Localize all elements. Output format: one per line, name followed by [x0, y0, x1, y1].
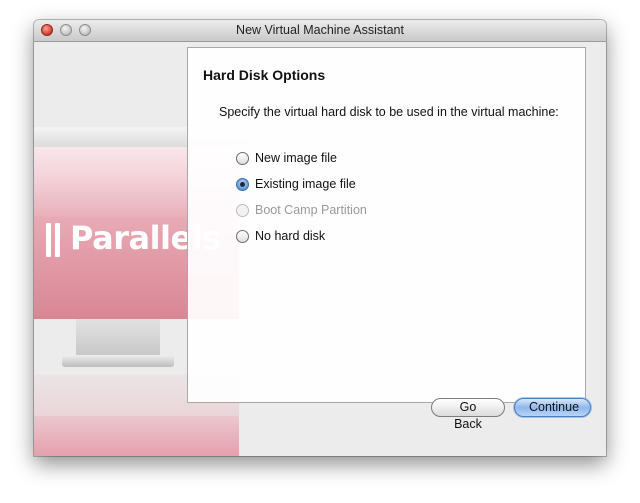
window-title: New Virtual Machine Assistant [236, 23, 404, 37]
desktop: New Virtual Machine Assistant Parallels [0, 0, 640, 503]
radio-button[interactable] [236, 229, 249, 243]
radio-button[interactable] [236, 151, 249, 165]
radio-button-disabled [236, 203, 249, 217]
go-back-button[interactable]: Go Back [431, 398, 505, 431]
option-label: New image file [255, 151, 337, 165]
option-label: Boot Camp Partition [255, 203, 367, 217]
window-content: Parallels Hard Disk Options Specify the … [34, 42, 606, 456]
option-existing-image-file[interactable]: Existing image file [236, 171, 367, 197]
parallels-logo-icon [46, 223, 64, 257]
option-boot-camp-partition: Boot Camp Partition [236, 197, 367, 223]
option-label: Existing image file [255, 177, 356, 191]
continue-button[interactable]: Continue [514, 398, 591, 417]
title-bar[interactable]: New Virtual Machine Assistant [34, 20, 606, 42]
radio-button-selected[interactable] [236, 177, 249, 191]
monitor-stand-neck [76, 319, 160, 355]
page-title: Hard Disk Options [203, 67, 326, 83]
monitor-stand-base [62, 355, 174, 367]
option-label: No hard disk [255, 229, 326, 243]
page-description: Specify the virtual hard disk to be used… [219, 105, 559, 119]
assistant-window: New Virtual Machine Assistant Parallels [34, 20, 606, 456]
hard-disk-options-panel: Hard Disk Options Specify the virtual ha… [187, 47, 586, 403]
option-new-image-file[interactable]: New image file [236, 145, 367, 171]
reflection-bar [34, 416, 239, 456]
option-no-hard-disk[interactable]: No hard disk [236, 223, 367, 249]
hard-disk-radio-group: New image file Existing image file Boot … [236, 145, 367, 249]
